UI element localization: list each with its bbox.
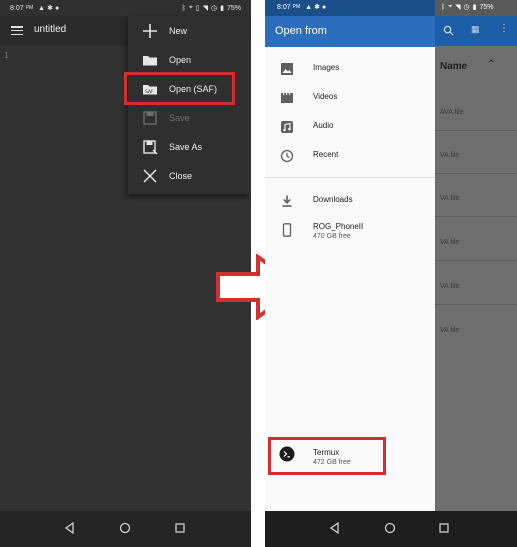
background-row-label: VA file: [440, 283, 460, 290]
drawer-item-downloads[interactable]: Downloads: [265, 186, 435, 215]
highlight-open-saf: [124, 72, 235, 105]
open-from-drawer: 8:07 PM ▲ ✱ ● Open from Images Videos Au…: [265, 0, 435, 511]
home-icon[interactable]: [118, 521, 132, 535]
drawer-item-rog-phone[interactable]: ROG_PhoneII 470 GB free: [265, 213, 435, 242]
right-phone-screen: ▦ ⋮ Name ⌃ AVA file VA file VA file VA f…: [265, 0, 517, 547]
home-icon[interactable]: [383, 521, 397, 535]
settings-icon: ✱: [47, 5, 53, 12]
drawer-item-label: ROG_PhoneII: [313, 222, 364, 231]
divider: [435, 173, 517, 174]
file-menu-popup: New Open SAF Open (SAF) Save Save As Clo…: [128, 16, 251, 194]
highlight-termux: [268, 437, 386, 475]
download-icon: [282, 195, 292, 207]
close-icon: [143, 169, 157, 183]
video-icon: [281, 92, 293, 103]
save-icon: [143, 111, 157, 125]
drawer-item-label: Videos: [313, 92, 338, 101]
hamburger-menu-icon[interactable]: [11, 26, 23, 36]
status-bar-right: ᛒ ⌖ ◥ ◷ ▮ 75%: [435, 0, 517, 16]
back-icon[interactable]: [63, 521, 77, 535]
menu-item-save-as[interactable]: Save As: [128, 132, 251, 161]
hangouts-icon: ●: [321, 3, 327, 11]
plus-icon: [143, 24, 157, 38]
background-row-label: VA file: [440, 152, 460, 159]
folder-icon: [143, 56, 157, 66]
background-file-list: ▦ ⋮ Name ⌃ AVA file VA file VA file VA f…: [435, 0, 517, 511]
status-ampm: PM: [25, 5, 34, 11]
divider: [435, 304, 517, 305]
status-bar: 8:07 PM ▲ ✱ ●: [265, 0, 435, 16]
sort-arrow-up-icon[interactable]: ⌃: [487, 59, 495, 70]
bluetooth-icon: ᛒ: [181, 4, 186, 12]
menu-item-new[interactable]: New: [128, 16, 251, 45]
drawer-item-recent[interactable]: Recent: [265, 141, 435, 170]
hangouts-icon: ●: [54, 4, 60, 12]
drawer-item-images[interactable]: Images: [265, 54, 435, 83]
location-icon: ⌖: [188, 4, 193, 11]
drawer-item-label: Images: [313, 63, 340, 72]
recents-icon[interactable]: [437, 521, 451, 535]
system-nav-bar: [0, 511, 251, 547]
save-as-icon: [143, 140, 158, 155]
drawer-item-videos[interactable]: Videos: [265, 83, 435, 112]
search-icon[interactable]: [443, 25, 454, 36]
background-toolbar: ▦ ⋮: [435, 16, 517, 46]
grid-view-icon[interactable]: ▦: [471, 24, 480, 35]
location-icon: ⌖: [448, 3, 453, 10]
background-row-label: AVA file: [440, 109, 464, 116]
sort-header: Name ⌃: [435, 46, 517, 86]
warning-icon: ▲: [38, 4, 46, 12]
left-phone-screen: 8:07 PM ▲ ✱ ● ᛒ ⌖ ▯ ◥ ◷ ▮ 75% untitled 1…: [0, 0, 251, 547]
drawer-header: Open from: [265, 16, 435, 47]
drawer-item-label: Downloads: [313, 195, 353, 204]
menu-item-label: New: [169, 25, 188, 36]
document-title: untitled: [34, 24, 67, 35]
wifi-icon: ◥: [455, 4, 461, 11]
divider: [435, 216, 517, 217]
status-time: 8:07: [277, 3, 291, 11]
phone-icon: [282, 223, 292, 237]
warning-icon: ▲: [305, 3, 313, 11]
settings-icon: ✱: [314, 4, 320, 11]
background-row-label: VA file: [440, 327, 460, 334]
bluetooth-icon: ᛒ: [441, 3, 446, 11]
drawer-item-audio[interactable]: Audio: [265, 112, 435, 141]
battery-icon: ▮: [220, 5, 224, 12]
menu-item-save[interactable]: Save: [128, 103, 251, 132]
battery-icon: ▮: [472, 4, 477, 11]
audio-icon: [281, 121, 293, 133]
vibrate-icon: ▯: [195, 5, 200, 12]
divider: [435, 260, 517, 261]
back-icon[interactable]: [328, 521, 342, 535]
divider: [435, 130, 517, 131]
line-number: 1: [4, 51, 9, 60]
image-icon: [281, 63, 293, 75]
battery-level: 75%: [226, 4, 241, 12]
menu-item-label: Open: [169, 54, 192, 65]
menu-item-open[interactable]: Open: [128, 45, 251, 74]
menu-item-label: Save: [169, 112, 190, 123]
status-bar: 8:07 PM ▲ ✱ ● ᛒ ⌖ ▯ ◥ ◷ ▮ 75%: [0, 0, 251, 16]
status-time: 8:07: [10, 4, 24, 12]
background-row-label: VA file: [440, 239, 460, 246]
sort-name-label[interactable]: Name: [440, 61, 467, 72]
more-options-icon[interactable]: ⋮: [499, 23, 509, 34]
status-ampm: PM: [292, 4, 301, 10]
storage-free-label: 470 GB free: [313, 233, 351, 240]
system-nav-bar: [265, 511, 517, 547]
drawer-title: Open from: [275, 25, 327, 37]
recents-icon[interactable]: [173, 521, 187, 535]
alarm-icon: ◷: [463, 4, 470, 11]
menu-item-close[interactable]: Close: [128, 161, 251, 190]
battery-level: 75%: [479, 3, 494, 11]
wifi-icon: ◥: [202, 5, 209, 12]
menu-item-label: Close: [169, 170, 193, 181]
drawer-divider: [265, 177, 435, 178]
menu-item-label: Save As: [169, 141, 203, 152]
background-row-label: VA file: [440, 195, 460, 202]
alarm-icon: ◷: [211, 5, 218, 12]
clock-icon: [280, 149, 294, 163]
drawer-item-label: Recent: [313, 150, 339, 159]
drawer-item-label: Audio: [313, 121, 334, 130]
